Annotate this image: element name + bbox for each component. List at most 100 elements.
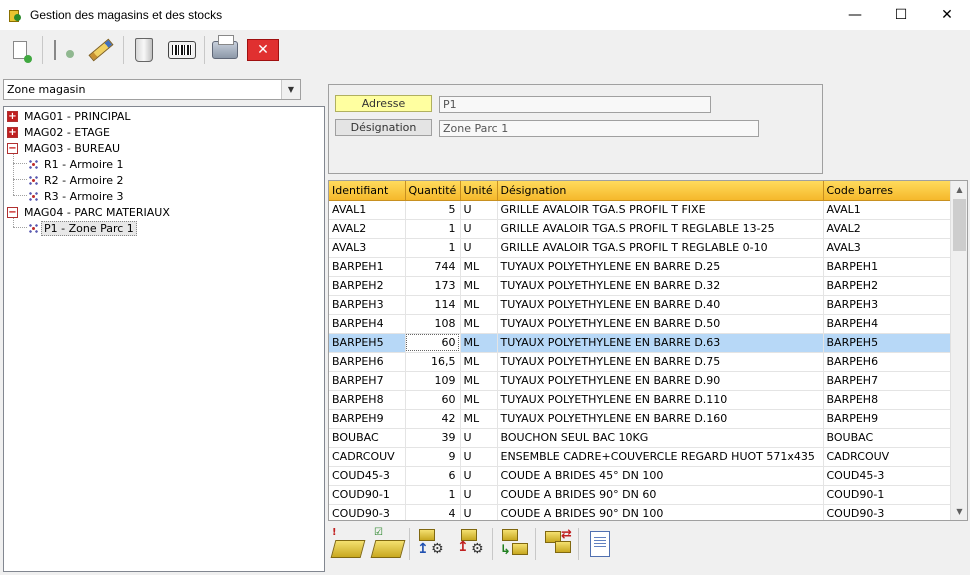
cell-unite[interactable]: U [460, 200, 498, 220]
cell-identifiant[interactable]: BARPEH1 [329, 257, 406, 277]
table-row[interactable]: BARPEH5 60 ML TUYAUX POLYETHYLENE EN BARRE … [329, 333, 952, 353]
close-form-button[interactable]: ✕ [247, 34, 279, 66]
cell-identifiant[interactable]: BARPEH2 [329, 276, 406, 296]
table-row[interactable]: BARPEH1 744 ML TUYAUX POLYETHYLENE EN BARRE… [329, 257, 952, 277]
stock-adjust-button[interactable]: ↥ ⚙ [451, 525, 491, 563]
column-header-designation[interactable]: Désignation [497, 181, 824, 201]
cell-designation[interactable]: ENSEMBLE CADRE+COUVERCLE REGARD HUOT 571… [497, 447, 824, 467]
column-header-code-barres[interactable]: Code barres [823, 181, 952, 201]
cell-unite[interactable]: U [460, 504, 498, 520]
table-row[interactable]: BARPEH3 114 ML TUYAUX POLYETHYLENE EN BARRE… [329, 295, 952, 315]
cell-identifiant[interactable]: AVAL3 [329, 238, 406, 258]
cell-unite[interactable]: ML [460, 295, 498, 315]
table-row[interactable]: AVAL1 5 U GRILLE AVALOIR TGA.S PROFIL T FIX… [329, 200, 952, 220]
cell-designation[interactable]: TUYAUX POLYETHYLENE EN BARRE D.50 [497, 314, 824, 334]
cell-identifiant[interactable]: BARPEH6 [329, 352, 406, 372]
new-zone-button[interactable] [47, 34, 79, 66]
cell-code-barres[interactable]: BOUBAC [823, 428, 952, 448]
tree-node-r3[interactable]: R3 - Armoire 3 [29, 188, 124, 204]
maximize-button[interactable]: ☐ [878, 0, 924, 30]
cell-designation[interactable]: GRILLE AVALOIR TGA.S PROFIL T FIXE [497, 200, 824, 220]
cell-designation[interactable]: COUDE A BRIDES 90° DN 60 [497, 485, 824, 505]
scrollbar-thumb[interactable] [953, 199, 966, 251]
table-row[interactable]: BARPEH7 109 ML TUYAUX POLYETHYLENE EN BARRE… [329, 371, 952, 391]
collapse-icon[interactable]: − [7, 206, 18, 218]
tree-node-p1[interactable]: P1 - Zone Parc 1 [29, 220, 137, 236]
cell-designation[interactable]: TUYAUX POLYETHYLENE EN BARRE D.110 [497, 390, 824, 410]
cell-unite[interactable]: ML [460, 371, 498, 391]
scroll-down-icon[interactable]: ▼ [951, 503, 967, 520]
cell-quantite[interactable]: 42 [405, 409, 461, 429]
cell-unite[interactable]: ML [460, 333, 498, 353]
table-row[interactable]: AVAL2 1 U GRILLE AVALOIR TGA.S PROFIL T REG… [329, 219, 952, 239]
minimize-button[interactable]: — [832, 0, 878, 30]
cell-designation[interactable]: TUYAUX POLYETHYLENE EN BARRE D.90 [497, 371, 824, 391]
stock-entry-button[interactable]: ! [328, 525, 368, 563]
cell-unite[interactable]: ML [460, 409, 498, 429]
stock-grid[interactable]: Identifiant Quantité Unité Désignation C… [328, 180, 968, 521]
stock-move-button[interactable]: ↳ [494, 525, 534, 563]
cell-quantite[interactable]: 173 [405, 276, 461, 296]
cell-quantite[interactable]: 6 [405, 466, 461, 486]
table-row[interactable]: BOUBAC 39 U BOUCHON SEUL BAC 10KG BOUBAC [329, 428, 952, 448]
cell-quantite[interactable]: 9 [405, 447, 461, 467]
tree-node-mag04[interactable]: − MAG04 - PARC MATERIAUX [7, 204, 170, 220]
cell-identifiant[interactable]: AVAL2 [329, 219, 406, 239]
expand-icon[interactable]: + [7, 110, 18, 122]
column-header-unite[interactable]: Unité [460, 181, 498, 201]
new-magasin-button[interactable] [4, 34, 36, 66]
cell-designation[interactable]: COUDE A BRIDES 45° DN 100 [497, 466, 824, 486]
cell-code-barres[interactable]: BARPEH1 [823, 257, 952, 277]
edit-button[interactable] [85, 34, 117, 66]
barcode-button[interactable] [166, 34, 198, 66]
cell-code-barres[interactable]: CADRCOUV [823, 447, 952, 467]
cell-identifiant[interactable]: BARPEH4 [329, 314, 406, 334]
vertical-scrollbar[interactable]: ▲ ▼ [950, 181, 967, 520]
cell-code-barres[interactable]: BARPEH5 [823, 333, 952, 353]
column-header-quantite[interactable]: Quantité [405, 181, 461, 201]
column-header-identifiant[interactable]: Identifiant [329, 181, 406, 201]
cell-identifiant[interactable]: COUD90-1 [329, 485, 406, 505]
cell-identifiant[interactable]: COUD90-3 [329, 504, 406, 520]
adresse-field[interactable]: P1 [439, 96, 711, 113]
cell-code-barres[interactable]: BARPEH6 [823, 352, 952, 372]
close-button[interactable]: ✕ [924, 0, 970, 30]
cell-designation[interactable]: TUYAUX POLYETHYLENE EN BARRE D.75 [497, 352, 824, 372]
cell-designation[interactable]: COUDE A BRIDES 90° DN 100 [497, 504, 824, 520]
cell-identifiant[interactable]: COUD45-3 [329, 466, 406, 486]
cell-quantite[interactable]: 39 [405, 428, 461, 448]
cell-identifiant[interactable]: BARPEH9 [329, 409, 406, 429]
stock-report-button[interactable] [580, 525, 620, 563]
cell-quantite[interactable]: 109 [405, 371, 461, 391]
table-row[interactable]: AVAL3 1 U GRILLE AVALOIR TGA.S PROFIL T REG… [329, 238, 952, 258]
table-row[interactable]: COUD90-1 1 U COUDE A BRIDES 90° DN 60 COUD90… [329, 485, 952, 505]
cell-identifiant[interactable]: AVAL1 [329, 200, 406, 220]
cell-code-barres[interactable]: BARPEH9 [823, 409, 952, 429]
expand-icon[interactable]: + [7, 126, 18, 138]
cell-designation[interactable]: TUYAUX POLYETHYLENE EN BARRE D.32 [497, 276, 824, 296]
cell-quantite[interactable]: 108 [405, 314, 461, 334]
cell-quantite[interactable]: 1 [405, 238, 461, 258]
cell-unite[interactable]: ML [460, 390, 498, 410]
cell-identifiant[interactable]: BOUBAC [329, 428, 406, 448]
cell-identifiant[interactable]: BARPEH8 [329, 390, 406, 410]
cell-quantite[interactable]: 60 [405, 390, 461, 410]
cell-unite[interactable]: U [460, 466, 498, 486]
table-row[interactable]: BARPEH9 42 ML TUYAUX POLYETHYLENE EN BARRE … [329, 409, 952, 429]
cell-identifiant[interactable]: BARPEH5 [329, 333, 406, 353]
tree-node-mag03[interactable]: − MAG03 - BUREAU [7, 140, 120, 156]
cell-code-barres[interactable]: AVAL2 [823, 219, 952, 239]
designation-field[interactable]: Zone Parc 1 [439, 120, 759, 137]
cell-unite[interactable]: U [460, 219, 498, 239]
cell-identifiant[interactable]: BARPEH7 [329, 371, 406, 391]
cell-quantite[interactable]: 744 [405, 257, 461, 277]
table-row[interactable]: BARPEH4 108 ML TUYAUX POLYETHYLENE EN BARRE… [329, 314, 952, 334]
cell-quantite[interactable]: 60 [405, 333, 461, 353]
cell-code-barres[interactable]: COUD90-1 [823, 485, 952, 505]
cell-unite[interactable]: U [460, 238, 498, 258]
cell-code-barres[interactable]: BARPEH3 [823, 295, 952, 315]
collapse-icon[interactable]: − [7, 142, 18, 154]
cell-code-barres[interactable]: COUD45-3 [823, 466, 952, 486]
zone-type-select[interactable]: Zone magasin ▼ [3, 79, 301, 100]
cell-code-barres[interactable]: COUD90-3 [823, 504, 952, 520]
